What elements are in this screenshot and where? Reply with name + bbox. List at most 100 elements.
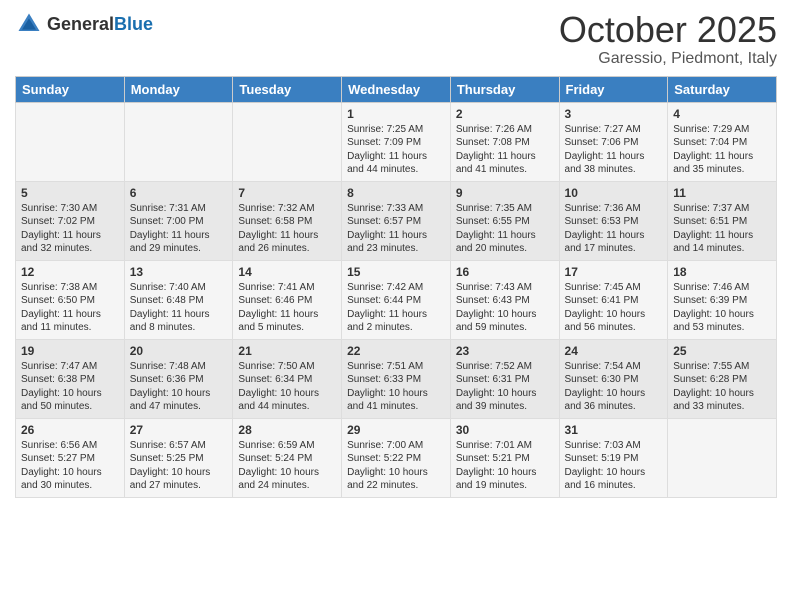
title-block: October 2025 Garessio, Piedmont, Italy: [559, 10, 777, 68]
cell-info: Sunrise: 7:37 AM Sunset: 6:51 PM Dayligh…: [673, 202, 771, 256]
cell-info: Sunrise: 7:51 AM Sunset: 6:33 PM Dayligh…: [347, 360, 445, 414]
calendar-cell: 9 Sunrise: 7:35 AM Sunset: 6:55 PM Daylig…: [450, 181, 559, 260]
logo-blue: Blue: [114, 14, 153, 34]
day-number: 26: [21, 423, 119, 437]
cell-info: Sunrise: 7:30 AM Sunset: 7:02 PM Dayligh…: [21, 202, 119, 256]
cell-info: Sunrise: 7:54 AM Sunset: 6:30 PM Dayligh…: [565, 360, 663, 414]
calendar-cell: 5 Sunrise: 7:30 AM Sunset: 7:02 PM Daylig…: [16, 181, 125, 260]
day-number: 17: [565, 265, 663, 279]
day-number: 24: [565, 344, 663, 358]
calendar-cell: 28 Sunrise: 6:59 AM Sunset: 5:24 PM Dayli…: [233, 418, 342, 497]
day-number: 10: [565, 186, 663, 200]
week-row-2: 5 Sunrise: 7:30 AM Sunset: 7:02 PM Daylig…: [16, 181, 777, 260]
day-header-sunday: Sunday: [16, 76, 125, 102]
day-header-wednesday: Wednesday: [342, 76, 451, 102]
cell-info: Sunrise: 7:48 AM Sunset: 6:36 PM Dayligh…: [130, 360, 228, 414]
calendar-cell: [233, 102, 342, 181]
cell-info: Sunrise: 6:57 AM Sunset: 5:25 PM Dayligh…: [130, 439, 228, 493]
day-number: 7: [238, 186, 336, 200]
cell-info: Sunrise: 7:32 AM Sunset: 6:58 PM Dayligh…: [238, 202, 336, 256]
week-row-5: 26 Sunrise: 6:56 AM Sunset: 5:27 PM Dayli…: [16, 418, 777, 497]
calendar-cell: 23Sunrise: 7:52 AM Sunset: 6:31 PM Dayli…: [450, 339, 559, 418]
logo: GeneralBlue: [15, 10, 153, 38]
week-row-4: 19Sunrise: 7:47 AM Sunset: 6:38 PM Dayli…: [16, 339, 777, 418]
day-number: 29: [347, 423, 445, 437]
cell-info: Sunrise: 6:56 AM Sunset: 5:27 PM Dayligh…: [21, 439, 119, 493]
calendar-cell: 27 Sunrise: 6:57 AM Sunset: 5:25 PM Dayli…: [124, 418, 233, 497]
calendar-cell: 8Sunrise: 7:33 AM Sunset: 6:57 PM Daylig…: [342, 181, 451, 260]
calendar-cell: [124, 102, 233, 181]
month-title: October 2025: [559, 10, 777, 50]
cell-info: Sunrise: 7:46 AM Sunset: 6:39 PM Dayligh…: [673, 281, 771, 335]
day-header-tuesday: Tuesday: [233, 76, 342, 102]
day-number: 2: [456, 107, 554, 121]
day-number: 25: [673, 344, 771, 358]
calendar-cell: 1 Sunrise: 7:25 AM Sunset: 7:09 PM Daylig…: [342, 102, 451, 181]
day-number: 1: [347, 107, 445, 121]
day-number: 27: [130, 423, 228, 437]
cell-info: Sunrise: 7:43 AM Sunset: 6:43 PM Dayligh…: [456, 281, 554, 335]
calendar-cell: [16, 102, 125, 181]
cell-info: Sunrise: 7:50 AM Sunset: 6:34 PM Dayligh…: [238, 360, 336, 414]
calendar-cell: 18 Sunrise: 7:46 AM Sunset: 6:39 PM Dayli…: [668, 260, 777, 339]
cell-info: Sunrise: 7:42 AM Sunset: 6:44 PM Dayligh…: [347, 281, 445, 335]
day-number: 30: [456, 423, 554, 437]
cell-info: Sunrise: 7:38 AM Sunset: 6:50 PM Dayligh…: [21, 281, 119, 335]
calendar-cell: 16Sunrise: 7:43 AM Sunset: 6:43 PM Dayli…: [450, 260, 559, 339]
cell-info: Sunrise: 7:31 AM Sunset: 7:00 PM Dayligh…: [130, 202, 228, 256]
day-number: 13: [130, 265, 228, 279]
day-number: 3: [565, 107, 663, 121]
location-title: Garessio, Piedmont, Italy: [559, 50, 777, 68]
header-row: SundayMondayTuesdayWednesdayThursdayFrid…: [16, 76, 777, 102]
logo-text: GeneralBlue: [47, 14, 153, 35]
cell-info: Sunrise: 7:47 AM Sunset: 6:38 PM Dayligh…: [21, 360, 119, 414]
cell-info: Sunrise: 7:00 AM Sunset: 5:22 PM Dayligh…: [347, 439, 445, 493]
day-number: 18: [673, 265, 771, 279]
day-number: 4: [673, 107, 771, 121]
calendar-cell: 30 Sunrise: 7:01 AM Sunset: 5:21 PM Dayli…: [450, 418, 559, 497]
day-number: 6: [130, 186, 228, 200]
cell-info: Sunrise: 6:59 AM Sunset: 5:24 PM Dayligh…: [238, 439, 336, 493]
calendar-cell: 22Sunrise: 7:51 AM Sunset: 6:33 PM Dayli…: [342, 339, 451, 418]
day-header-thursday: Thursday: [450, 76, 559, 102]
logo-general: General: [47, 14, 114, 34]
day-number: 8: [347, 186, 445, 200]
day-header-monday: Monday: [124, 76, 233, 102]
day-number: 31: [565, 423, 663, 437]
cell-info: Sunrise: 7:41 AM Sunset: 6:46 PM Dayligh…: [238, 281, 336, 335]
calendar-cell: 4Sunrise: 7:29 AM Sunset: 7:04 PM Daylig…: [668, 102, 777, 181]
calendar-cell: 14 Sunrise: 7:41 AM Sunset: 6:46 PM Dayli…: [233, 260, 342, 339]
cell-info: Sunrise: 7:27 AM Sunset: 7:06 PM Dayligh…: [565, 123, 663, 177]
day-number: 5: [21, 186, 119, 200]
day-number: 9: [456, 186, 554, 200]
week-row-1: 1 Sunrise: 7:25 AM Sunset: 7:09 PM Daylig…: [16, 102, 777, 181]
calendar-cell: 26 Sunrise: 6:56 AM Sunset: 5:27 PM Dayli…: [16, 418, 125, 497]
calendar-cell: 10 Sunrise: 7:36 AM Sunset: 6:53 PM Dayli…: [559, 181, 668, 260]
cell-info: Sunrise: 7:36 AM Sunset: 6:53 PM Dayligh…: [565, 202, 663, 256]
day-header-friday: Friday: [559, 76, 668, 102]
calendar-cell: [668, 418, 777, 497]
calendar-cell: 17Sunrise: 7:45 AM Sunset: 6:41 PM Dayli…: [559, 260, 668, 339]
cell-info: Sunrise: 7:01 AM Sunset: 5:21 PM Dayligh…: [456, 439, 554, 493]
cell-info: Sunrise: 7:55 AM Sunset: 6:28 PM Dayligh…: [673, 360, 771, 414]
cell-info: Sunrise: 7:35 AM Sunset: 6:55 PM Dayligh…: [456, 202, 554, 256]
day-number: 20: [130, 344, 228, 358]
day-header-saturday: Saturday: [668, 76, 777, 102]
week-row-3: 12Sunrise: 7:38 AM Sunset: 6:50 PM Dayli…: [16, 260, 777, 339]
cell-info: Sunrise: 7:40 AM Sunset: 6:48 PM Dayligh…: [130, 281, 228, 335]
calendar-cell: 11 Sunrise: 7:37 AM Sunset: 6:51 PM Dayli…: [668, 181, 777, 260]
calendar-cell: 15 Sunrise: 7:42 AM Sunset: 6:44 PM Dayli…: [342, 260, 451, 339]
calendar-cell: 3 Sunrise: 7:27 AM Sunset: 7:06 PM Daylig…: [559, 102, 668, 181]
cell-info: Sunrise: 7:25 AM Sunset: 7:09 PM Dayligh…: [347, 123, 445, 177]
calendar-cell: 31Sunrise: 7:03 AM Sunset: 5:19 PM Dayli…: [559, 418, 668, 497]
page-container: GeneralBlue October 2025 Garessio, Piedm…: [0, 0, 792, 508]
day-number: 21: [238, 344, 336, 358]
day-number: 15: [347, 265, 445, 279]
calendar-cell: 24 Sunrise: 7:54 AM Sunset: 6:30 PM Dayli…: [559, 339, 668, 418]
day-number: 28: [238, 423, 336, 437]
day-number: 23: [456, 344, 554, 358]
calendar-cell: 7 Sunrise: 7:32 AM Sunset: 6:58 PM Daylig…: [233, 181, 342, 260]
day-number: 14: [238, 265, 336, 279]
day-number: 11: [673, 186, 771, 200]
calendar-cell: 13 Sunrise: 7:40 AM Sunset: 6:48 PM Dayli…: [124, 260, 233, 339]
